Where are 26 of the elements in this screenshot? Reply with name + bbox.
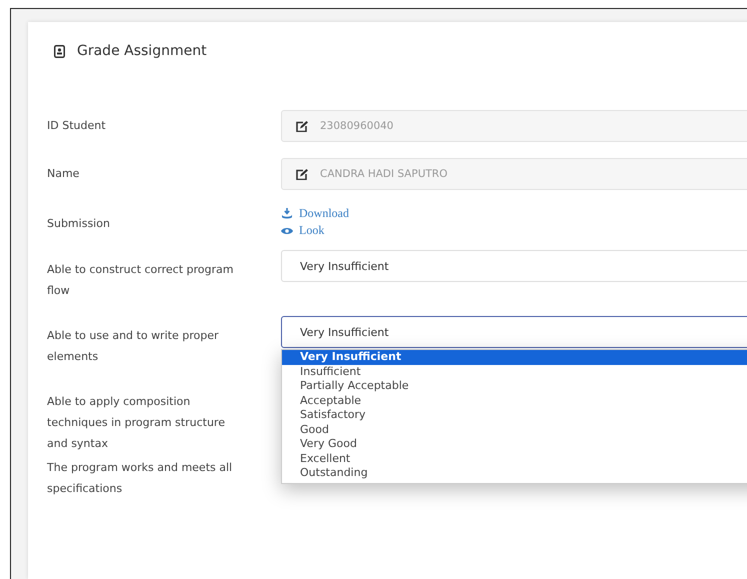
page-title: Grade Assignment	[77, 43, 207, 59]
dropdown-option[interactable]: Good	[282, 422, 747, 437]
edit-icon	[296, 120, 308, 132]
dropdown-option[interactable]: Acceptable	[282, 394, 747, 408]
field-label: Submission	[47, 216, 110, 232]
field-label: Name	[47, 166, 80, 182]
eye-icon	[281, 226, 293, 234]
download-link[interactable]: Download	[281, 206, 349, 221]
grade-select[interactable]: Very Insufficient	[281, 316, 747, 348]
dropdown-option[interactable]: Outstanding	[282, 466, 747, 480]
dropdown-option[interactable]: Partially Acceptable	[282, 379, 747, 394]
criterion-label: Able to use and to write proper elements	[47, 329, 218, 363]
grade-select[interactable]: Very Insufficient	[281, 250, 747, 282]
id-card-icon	[54, 44, 65, 58]
field-label: ID Student	[47, 118, 106, 134]
edit-icon	[296, 168, 308, 180]
criterion-label: Able to construct correct program flow	[47, 263, 234, 297]
criterion-label: Able to apply composition techniques in program structure and syntax	[47, 395, 225, 450]
dropdown-option[interactable]: Satisfactory	[282, 408, 747, 422]
download-icon	[281, 208, 293, 219]
dropdown-option[interactable]: Very Insufficient	[282, 350, 747, 364]
dropdown-option[interactable]: Very Good	[282, 437, 747, 452]
criterion-label: The program works and meets all specifications	[47, 461, 232, 495]
dropdown-option[interactable]: Excellent	[282, 452, 747, 466]
dropdown-option[interactable]: Insufficient	[282, 364, 747, 379]
look-link[interactable]: Look	[281, 223, 324, 238]
